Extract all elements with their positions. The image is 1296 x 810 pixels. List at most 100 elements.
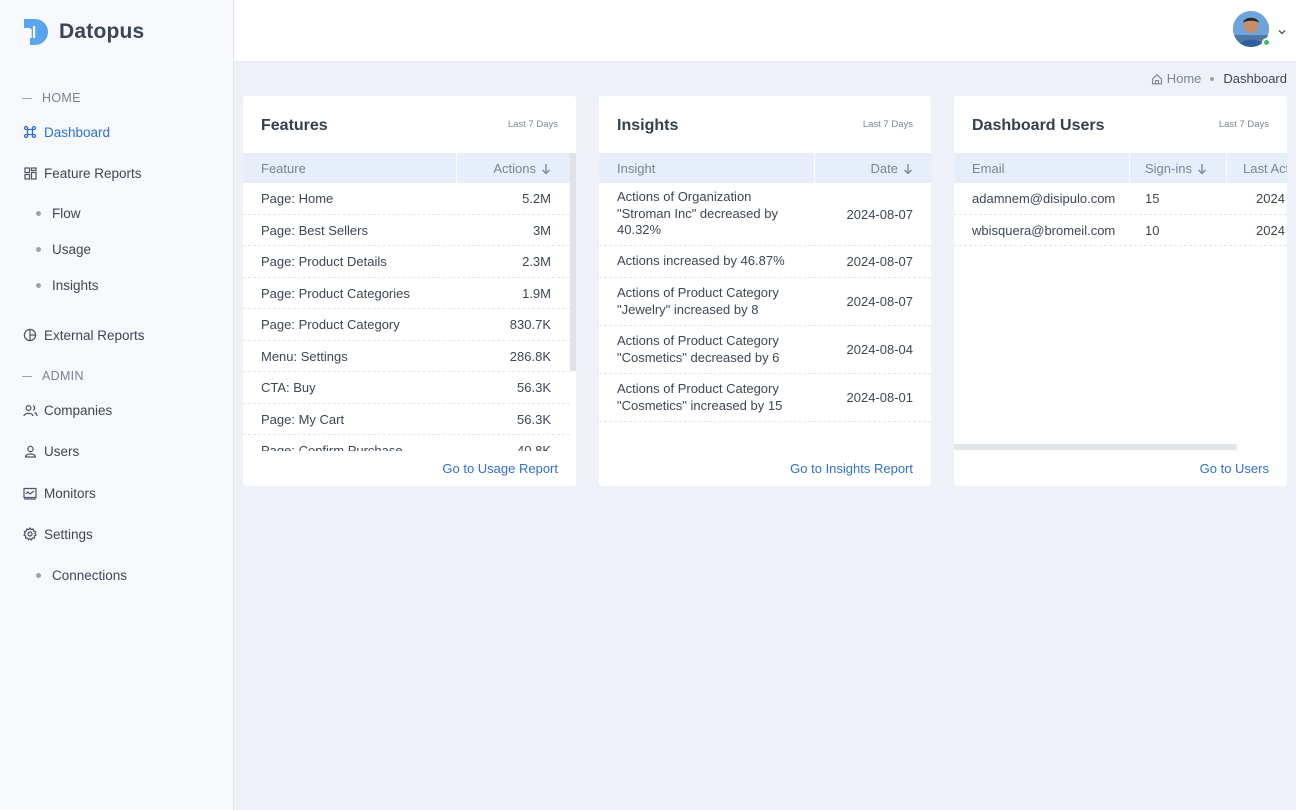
column-header-feature[interactable]: Feature — [261, 161, 306, 176]
table-row[interactable]: Actions of Product Category "Cosmetics" … — [599, 374, 931, 422]
column-header-email[interactable]: Email — [972, 161, 1005, 176]
column-header-sign-ins[interactable]: Sign-ins — [1145, 161, 1207, 176]
feature-cell: Page: Best Sellers — [261, 222, 368, 238]
sidebar-item-companies[interactable]: Companies — [22, 400, 112, 420]
column-divider — [1129, 153, 1130, 183]
table-row[interactable]: Page: Product Category 830.7K — [243, 309, 570, 341]
actions-cell: 1.9M — [522, 285, 551, 301]
column-header-actions[interactable]: Actions — [493, 161, 551, 176]
sidebar-item-insights[interactable]: Insights — [36, 275, 99, 295]
table-row[interactable]: Page: Product Categories 1.9M — [243, 278, 570, 309]
insight-cell: Actions of Product Category "Cosmetics" … — [617, 381, 783, 413]
feature-cell: Menu: Settings — [261, 348, 348, 364]
topbar — [234, 0, 1296, 62]
sidebar-item-flow[interactable]: Flow — [36, 203, 81, 223]
feature-cell: Page: Product Categories — [261, 285, 410, 301]
table-row[interactable]: adamnem@disipulo.com 15 2024 — [954, 183, 1287, 215]
table-row[interactable]: Actions of Product Category "Cosmetics" … — [599, 326, 931, 374]
column-header-last-activity[interactable]: Last Act — [1243, 161, 1287, 176]
section-dash — [22, 375, 32, 377]
go-to-insights-report-link[interactable]: Go to Insights Report — [790, 461, 913, 476]
feature-cell: Page: My Cart — [261, 411, 345, 427]
actions-cell: 286.8K — [509, 348, 551, 364]
nav-section-home: HOME — [22, 91, 81, 105]
sidebar-item-label: Monitors — [44, 485, 96, 501]
table-row[interactable]: Actions increased by 46.87% 2024-08-07 — [599, 246, 931, 278]
date-cell: 2024-08-04 — [846, 342, 914, 357]
feature-cell: Page: Product Details — [261, 254, 387, 269]
table-row[interactable]: Menu: Settings 286.8K — [243, 341, 570, 372]
table-header: Feature Actions — [243, 153, 576, 183]
sidebar-item-connections[interactable]: Connections — [36, 565, 127, 585]
bullet-icon — [36, 210, 41, 216]
sidebar-item-external-reports[interactable]: External Reports — [22, 325, 145, 345]
card-title: Dashboard Users — [972, 117, 1105, 134]
sidebar-item-label: Users — [44, 443, 80, 459]
horizontal-scrollbar[interactable] — [954, 444, 1237, 450]
actions-cell: 56.3K — [517, 380, 551, 395]
card-title: Insights — [617, 117, 679, 134]
sign-ins-cell: 10 — [1145, 222, 1160, 238]
sidebar-item-usage[interactable]: Usage — [36, 239, 91, 259]
table-row[interactable]: Page: Confirm Purchase 40.8K — [243, 435, 570, 451]
command-icon — [22, 124, 38, 140]
feature-cell: Page: Home — [261, 191, 334, 206]
bullet-icon — [36, 572, 41, 578]
table-row[interactable]: Page: Product Details 2.3M — [243, 246, 570, 278]
card-period: Last 7 Days — [507, 119, 558, 130]
features-card: Features Last 7 Days Feature Actions Pag… — [243, 96, 576, 486]
sidebar-item-feature-reports[interactable]: Feature Reports — [22, 163, 142, 183]
column-divider — [1226, 153, 1227, 183]
feature-cell: Page: Product Category — [261, 317, 400, 332]
date-cell: 2024-08-01 — [846, 390, 914, 405]
home-icon — [1151, 73, 1163, 85]
table-row[interactable]: Actions of Organization "Stroman Inc" de… — [599, 183, 931, 246]
sidebar-item-settings[interactable]: Settings — [22, 524, 93, 544]
actions-cell: 2.3M — [522, 254, 551, 269]
breadcrumb-separator — [1210, 76, 1215, 81]
column-header-date[interactable]: Date — [871, 161, 913, 176]
table-row[interactable]: Page: My Cart 56.3K — [243, 404, 570, 435]
monitor-icon — [22, 485, 38, 501]
sidebar-item-label: Usage — [52, 241, 92, 257]
app-name: Datopus — [59, 20, 145, 43]
column-header-insight[interactable]: Insight — [617, 161, 655, 176]
sidebar-item-dashboard[interactable]: Dashboard — [22, 122, 110, 142]
section-label: ADMIN — [42, 369, 84, 383]
sidebar-item-label: Companies — [44, 402, 113, 418]
users-group-icon — [22, 402, 38, 418]
insights-card: Insights Last 7 Days Insight Date Action… — [599, 96, 931, 486]
breadcrumb-current: Dashboard — [1223, 71, 1287, 86]
insight-cell: Actions of Product Category "Cosmetics" … — [617, 333, 780, 365]
sidebar-item-label: Connections — [52, 567, 128, 583]
sidebar-item-label: External Reports — [44, 327, 145, 343]
table-row[interactable]: wbisquera@bromeil.com 10 2024 — [954, 215, 1287, 246]
sidebar-item-label: Settings — [44, 526, 93, 542]
user-icon — [22, 443, 38, 459]
section-label: HOME — [42, 91, 81, 105]
sort-arrow-down-icon — [1198, 163, 1206, 174]
sort-arrow-down-icon — [904, 163, 912, 174]
table-row[interactable]: Actions of Product Category "Jewelry" in… — [599, 278, 931, 326]
feature-cell: Page: Confirm Purchase — [261, 443, 403, 451]
brand[interactable]: Datopus — [22, 16, 144, 48]
table-row[interactable]: Page: Home 5.2M — [243, 183, 570, 215]
features-table-body: Page: Home 5.2M Page: Best Sellers 3M Pa… — [243, 183, 570, 451]
vertical-scrollbar[interactable] — [570, 153, 576, 371]
gear-icon — [22, 526, 38, 542]
go-to-usage-report-link[interactable]: Go to Usage Report — [442, 461, 558, 476]
table-row[interactable]: CTA: Buy 56.3K — [243, 372, 570, 404]
sidebar-item-users[interactable]: Users — [22, 441, 79, 461]
breadcrumb-home[interactable]: Home — [1167, 71, 1202, 86]
date-cell: 2024-08-07 — [846, 294, 914, 309]
go-to-users-link[interactable]: Go to Users — [1200, 461, 1269, 476]
actions-cell: 830.7K — [509, 317, 551, 332]
table-row[interactable]: Page: Best Sellers 3M — [243, 215, 570, 246]
actions-cell: 56.3K — [517, 411, 551, 427]
column-divider — [814, 153, 815, 183]
insight-cell: Actions increased by 46.87% — [617, 253, 785, 269]
chevron-down-icon[interactable] — [1277, 25, 1287, 35]
sidebar-item-monitors[interactable]: Monitors — [22, 483, 96, 503]
sort-arrow-down-icon — [542, 163, 550, 174]
sidebar-item-label: Dashboard — [44, 124, 111, 140]
